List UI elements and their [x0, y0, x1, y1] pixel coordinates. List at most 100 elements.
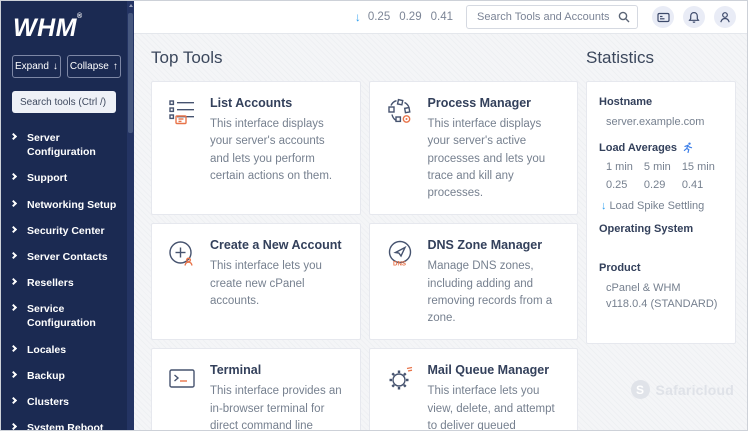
- product-label: Product: [599, 262, 723, 274]
- sidebar-item-resellers[interactable]: Resellers: [1, 270, 134, 296]
- search-icon: [618, 11, 630, 23]
- statistics-title: Statistics: [586, 48, 736, 68]
- sidebar-item-server-configuration[interactable]: Server Configuration: [1, 125, 134, 165]
- sidebar-search-input[interactable]: [12, 91, 116, 113]
- sidebar-item-security-center[interactable]: Security Center: [1, 218, 134, 244]
- sidebar-item-support[interactable]: Support: [1, 165, 134, 191]
- create-account-icon: [167, 237, 197, 327]
- whm-logo[interactable]: WHM®: [13, 13, 134, 43]
- bell-icon: [688, 11, 700, 24]
- whm-window: WHM® Expand ↓ Collapse ↑ Server Configur…: [0, 0, 748, 431]
- operating-system-label: Operating System: [599, 223, 723, 235]
- card-title[interactable]: Mail Queue Manager: [428, 363, 565, 377]
- hostname-value: server.example.com: [606, 114, 723, 131]
- chevron-right-icon: [10, 252, 17, 259]
- sidebar-item-backup[interactable]: Backup: [1, 363, 134, 389]
- sidebar-item-locales[interactable]: Locales: [1, 337, 134, 363]
- card-description: This interface displays your server's ac…: [210, 116, 347, 185]
- arrow-up-icon: ↑: [113, 61, 118, 72]
- runner-icon: [682, 142, 693, 153]
- header-search: [466, 5, 638, 29]
- load-1min: 0.25: [368, 11, 390, 23]
- card-process-manager[interactable]: Process Manager This interface displays …: [369, 81, 579, 215]
- user-icon: [719, 11, 731, 24]
- load-spike-settling-link[interactable]: ↓ Load Spike Settling: [601, 200, 723, 212]
- hostname-label: Hostname: [599, 96, 723, 108]
- chevron-right-icon: [10, 133, 17, 140]
- watermark: S Safaricloud: [631, 380, 734, 399]
- card-title[interactable]: DNS Zone Manager: [428, 238, 565, 252]
- chevron-right-icon: [10, 345, 17, 352]
- card-title[interactable]: Create a New Account: [210, 238, 347, 252]
- card-description: This interface lets you view, delete, an…: [428, 383, 565, 430]
- chevron-right-icon: [10, 278, 17, 285]
- load-col-value: 0.29: [644, 179, 671, 191]
- arrow-down-icon: ↓: [53, 61, 58, 72]
- chevron-right-icon: [10, 199, 17, 206]
- sidebar-toolbar: Expand ↓ Collapse ↑: [12, 55, 120, 78]
- chevron-right-icon: [10, 304, 17, 311]
- sidebar-item-system-reboot[interactable]: System Reboot: [1, 415, 134, 430]
- expand-all-button[interactable]: Expand ↓: [12, 55, 61, 78]
- load-col-header: 15 min: [682, 161, 715, 173]
- watermark-logo: S: [631, 380, 650, 399]
- top-tools-title: Top Tools: [151, 48, 578, 68]
- header-load-averages[interactable]: ↓ 0.25 0.29 0.41: [355, 10, 453, 24]
- card-title[interactable]: List Accounts: [210, 96, 347, 110]
- mail-queue-icon: [385, 362, 415, 430]
- load-col-value: 0.25: [606, 179, 633, 191]
- sidebar: WHM® Expand ↓ Collapse ↑ Server Configur…: [1, 1, 134, 430]
- collapse-button-label: Collapse: [70, 61, 109, 72]
- main-content: Top Tools: [134, 34, 747, 430]
- load-averages-label: Load Averages: [599, 142, 723, 154]
- sidebar-nav: Server Configuration Support Networking …: [1, 125, 134, 430]
- card-description: Manage DNS zones, including adding and r…: [428, 258, 565, 327]
- chevron-right-icon: [10, 173, 17, 180]
- top-tools-section: Top Tools: [151, 46, 578, 430]
- sidebar-item-clusters[interactable]: Clusters: [1, 389, 134, 415]
- scrollbar-thumb[interactable]: [128, 13, 133, 133]
- sidebar-scrollbar[interactable]: [127, 1, 134, 430]
- chevron-right-icon: [10, 423, 17, 430]
- chevron-right-icon: [10, 226, 17, 233]
- product-value: cPanel & WHM v118.0.4 (STANDARD): [606, 280, 723, 313]
- process-manager-icon: [385, 95, 415, 202]
- load-5min: 0.29: [399, 11, 421, 23]
- scrollbar-up-arrow-icon[interactable]: [129, 4, 133, 7]
- id-card-button[interactable]: [652, 6, 674, 28]
- id-card-icon: [657, 11, 670, 24]
- card-list-accounts[interactable]: List Accounts This interface displays yo…: [151, 81, 361, 215]
- sidebar-item-server-contacts[interactable]: Server Contacts: [1, 244, 134, 270]
- load-averages-table: 1 min 0.25 5 min 0.29 15 min 0.41: [606, 161, 723, 191]
- user-button[interactable]: [714, 6, 736, 28]
- collapse-all-button[interactable]: Collapse ↑: [67, 55, 121, 78]
- registered-mark: ®: [77, 13, 83, 20]
- card-terminal[interactable]: Terminal This interface provides an in-b…: [151, 348, 361, 430]
- load-col-value: 0.41: [682, 179, 715, 191]
- card-title[interactable]: Process Manager: [428, 96, 565, 110]
- notifications-button[interactable]: [683, 6, 705, 28]
- statistics-section: Statistics Hostname server.example.com L…: [586, 46, 736, 344]
- card-description: This interface displays your server's ac…: [428, 116, 565, 202]
- top-header: ↓ 0.25 0.29 0.41: [134, 1, 747, 34]
- list-accounts-icon: [167, 95, 197, 202]
- sidebar-item-networking-setup[interactable]: Networking Setup: [1, 192, 134, 218]
- dns-zone-icon: DNS: [385, 237, 415, 327]
- trend-down-icon: ↓: [355, 10, 361, 24]
- watermark-text: Safaricloud: [656, 382, 734, 398]
- card-description: This interface lets you create new cPane…: [210, 258, 347, 310]
- chevron-right-icon: [10, 397, 17, 404]
- sidebar-item-service-configuration[interactable]: Service Configuration: [1, 296, 134, 336]
- card-mail-queue-manager[interactable]: Mail Queue Manager This interface lets y…: [369, 348, 579, 430]
- terminal-icon: [167, 362, 197, 430]
- card-create-new-account[interactable]: Create a New Account This interface lets…: [151, 223, 361, 340]
- card-dns-zone-manager[interactable]: DNS DNS Zone Manager Manage DNS zones, i…: [369, 223, 579, 340]
- expand-button-label: Expand: [15, 61, 49, 72]
- load-col-header: 1 min: [606, 161, 633, 173]
- card-title[interactable]: Terminal: [210, 363, 347, 377]
- load-col-header: 5 min: [644, 161, 671, 173]
- load-15min: 0.41: [431, 11, 453, 23]
- card-description: This interface provides an in-browser te…: [210, 383, 347, 430]
- header-search-input[interactable]: [466, 5, 638, 29]
- arrow-down-icon: ↓: [601, 200, 607, 212]
